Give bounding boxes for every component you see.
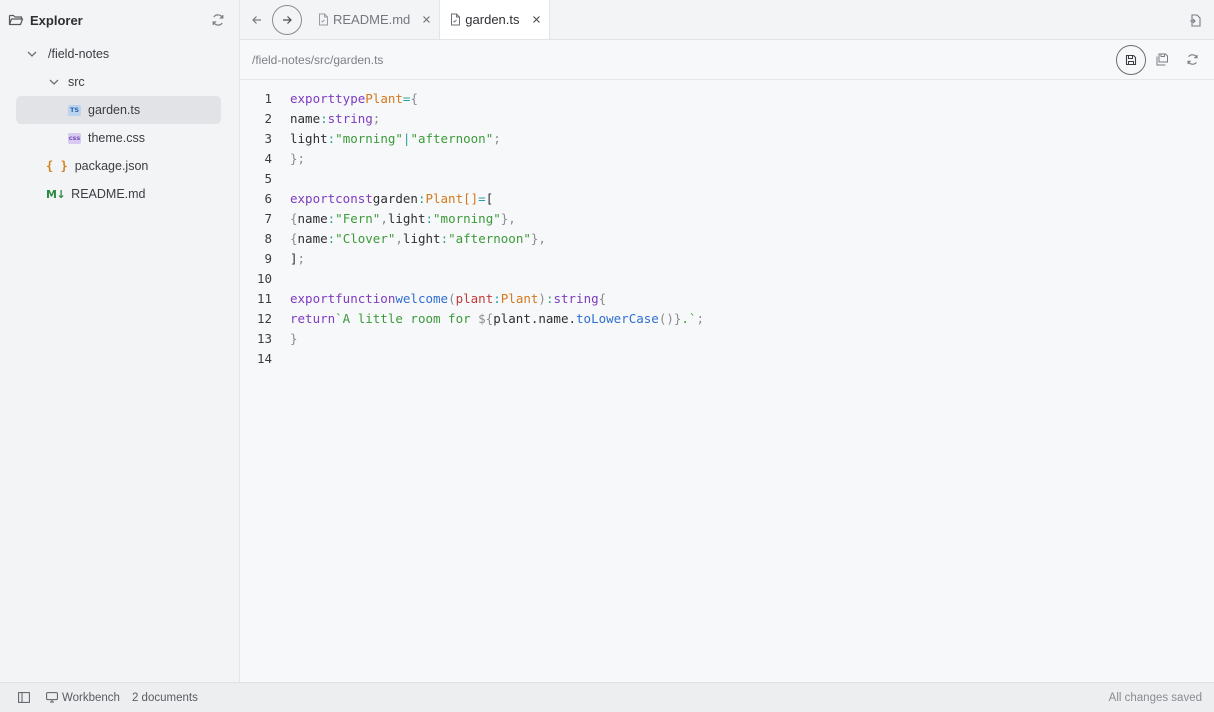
line-number: 14 [256,350,272,366]
tree-label: src [68,75,85,89]
file-path: /field-notes/src/garden.ts [252,52,384,67]
code-line: 12 return `A little room for ${plant.nam… [240,308,1214,328]
open-file-button[interactable] [1180,5,1210,35]
file-icon [318,13,329,26]
json-file-icon: { } [46,159,68,173]
code-line: 6 export const garden: Plant[] = [ [240,188,1214,208]
close-icon[interactable] [532,15,541,24]
tree-file-theme-css[interactable]: css theme.css [0,124,239,152]
tab-readme[interactable]: README.md [308,0,441,39]
line-number: 5 [264,170,272,186]
line-number: 12 [256,310,272,326]
tree-label: /field-notes [48,47,110,61]
file-tree: /field-notes src TS garden.ts css theme.… [0,40,239,208]
explorer-title: Explorer [30,12,83,28]
code-line: 8 { name: "Clover", light: "afternoon" }… [240,228,1214,248]
typescript-file-icon: TS [68,104,81,116]
save-all-button[interactable] [1148,46,1176,74]
save-icon [1125,54,1137,65]
line-number: 11 [256,290,272,306]
line-number: 8 [264,230,272,246]
css-file-icon: css [68,132,81,144]
code-editor[interactable]: 1 export type Plant = { 2 name: string; 3… [240,80,1214,368]
code-line: 5 [240,168,1214,188]
reload-icon [1186,54,1198,65]
tab-bar-spacer [550,0,1181,39]
code-line: 4}; [240,148,1214,168]
line-number: 3 [264,130,272,146]
line-number: 7 [264,210,272,226]
line-number: 13 [256,330,272,346]
tree-file-package-json[interactable]: { } package.json [0,152,239,180]
explorer-header: Explorer [0,0,239,40]
arrow-right-icon [283,16,292,24]
forward-button[interactable] [272,5,302,35]
file-icon [450,13,461,26]
chevron-down-icon[interactable] [24,46,40,62]
tab-bar: README.md garden.ts [240,0,1214,40]
code-line: 9]; [240,248,1214,268]
breadcrumb: /field-notes/src/garden.ts [240,40,1214,80]
tab-label: README.md [333,12,411,27]
folder-open-icon [8,13,24,27]
tree-label: garden.ts [88,103,141,117]
tree-label: README.md [71,187,146,201]
code-line: 14 [240,348,1214,368]
explorer-sidebar: Explorer /field-notes src TS garden.ts c… [0,0,240,682]
code-line: 2 name: string; [240,108,1214,128]
markdown-file-icon: M↓ [46,187,66,201]
line-number: 4 [264,150,272,166]
tree-file-garden-ts[interactable]: TS garden.ts [16,96,221,124]
refresh-icon[interactable] [211,13,225,27]
document-count: 2 documents [131,691,198,704]
code-line: 11 export function welcome(plant: Plant):… [240,288,1214,308]
line-number: 9 [264,250,272,266]
tab-label: garden.ts [465,12,520,27]
status-bar: Workbench 2 documents All changes saved [0,682,1214,712]
monitor-icon [46,692,58,703]
tab-garden[interactable]: garden.ts [440,0,550,39]
tree-folder-src[interactable]: src [0,68,239,96]
line-number: 1 [264,90,272,106]
save-status: All changes saved [1108,691,1202,704]
close-icon[interactable] [422,15,431,24]
tree-folder-field-notes[interactable]: /field-notes [0,40,239,68]
line-number: 10 [256,270,272,286]
sidebar-toggle-icon[interactable] [18,692,30,703]
arrow-left-icon [252,16,261,24]
code-line: 3 light: "morning" | "afternoon"; [240,128,1214,148]
code-line: 7 { name: "Fern", light: "morning" }, [240,208,1214,228]
tree-file-readme-md[interactable]: M↓ README.md [0,180,239,208]
line-number: 2 [264,110,272,126]
editor-actions [1116,44,1206,75]
line-number: 6 [264,190,272,206]
reload-button[interactable] [1178,46,1206,74]
tree-label: theme.css [88,131,145,145]
code-line: 10 [240,268,1214,288]
open-file-icon [1189,13,1201,27]
save-all-icon [1156,53,1168,66]
tree-label: package.json [74,159,149,173]
save-button[interactable] [1116,44,1146,75]
code-line: 1 export type Plant = { [240,88,1214,108]
code-line: 13} [240,328,1214,348]
workspace-label[interactable]: Workbench [62,692,120,704]
editor-pane: /field-notes/src/garden.ts 1 export type … [240,40,1214,682]
chevron-down-icon[interactable] [46,74,62,90]
back-button[interactable] [242,5,272,35]
